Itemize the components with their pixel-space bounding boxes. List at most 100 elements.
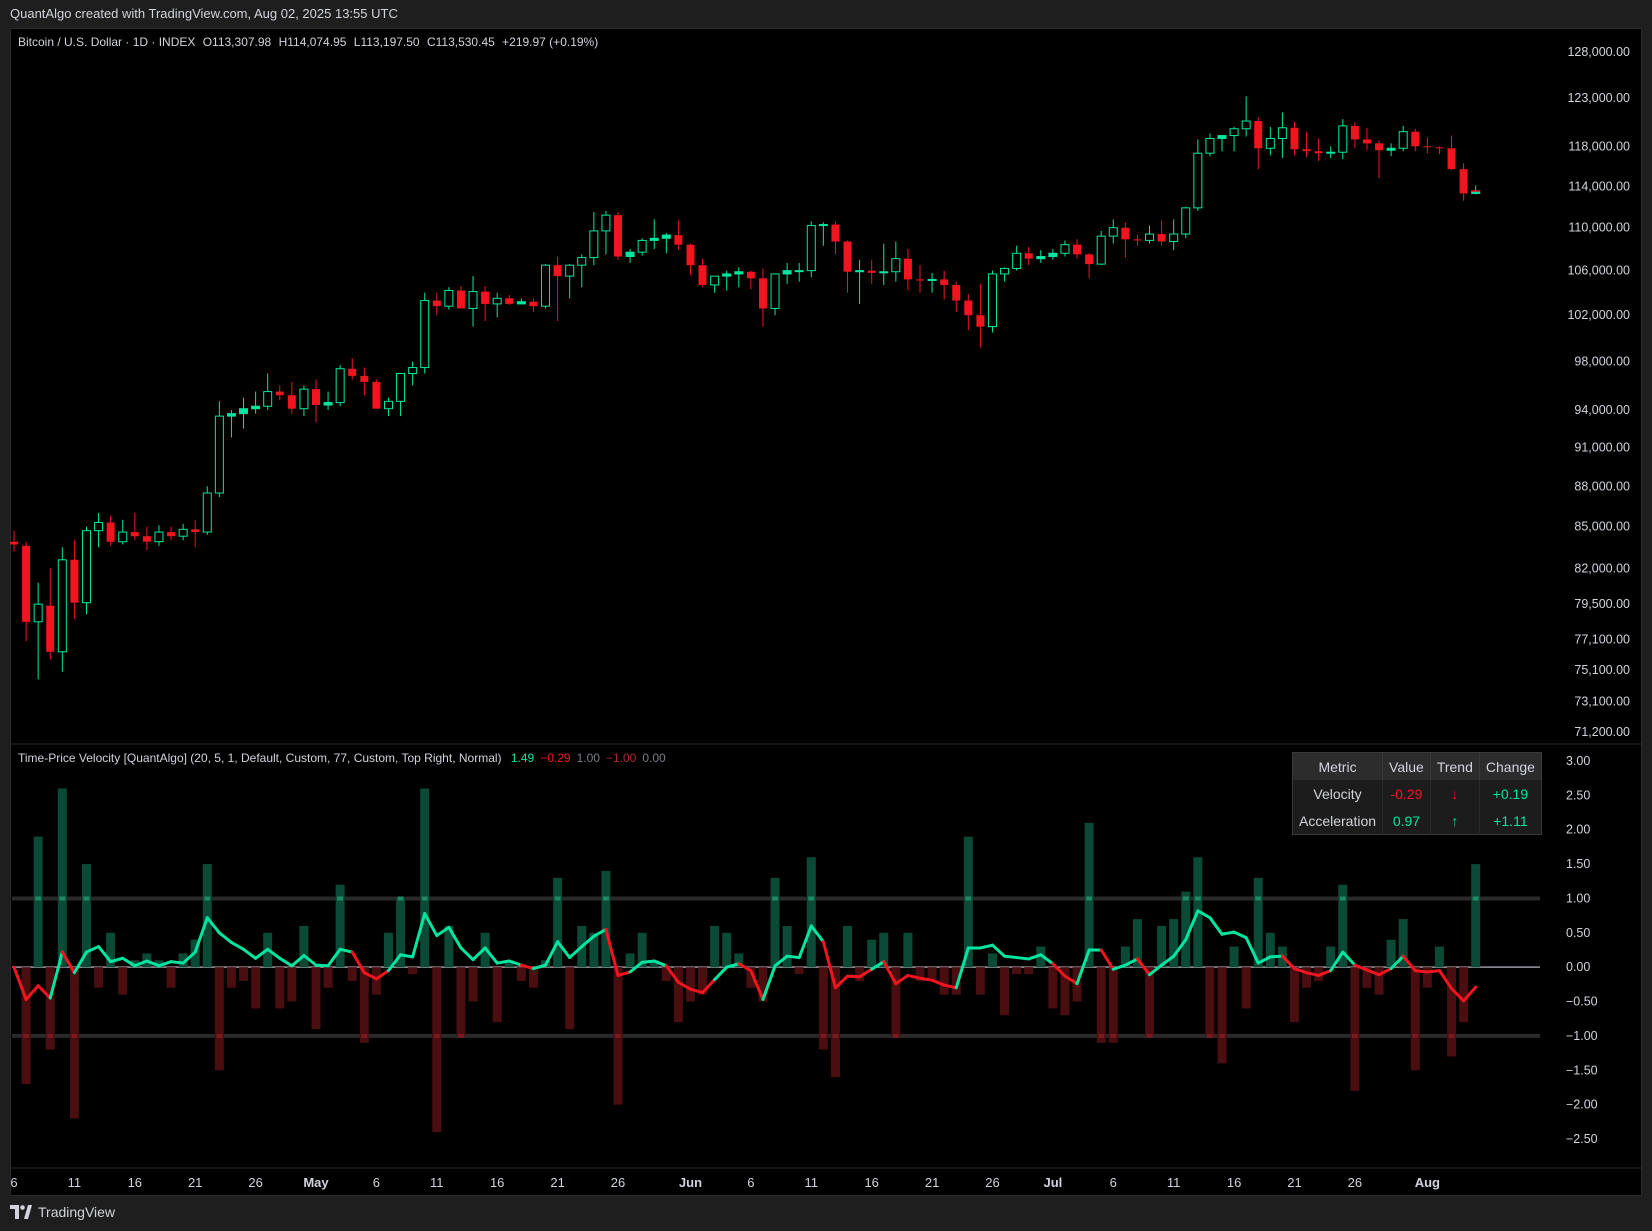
- level-dot: [1448, 1033, 1455, 1038]
- velocity-line-segment: [1003, 954, 1019, 960]
- acceleration-bar: [722, 932, 732, 968]
- candle-body: [1145, 233, 1155, 241]
- acceleration-bar: [118, 967, 128, 995]
- indicator-axis-tick: 0.00: [1566, 960, 1590, 974]
- level-dot: [965, 896, 972, 901]
- velocity-line-segment: [531, 963, 548, 971]
- acceleration-bar: [1084, 822, 1094, 968]
- time-axis-tick: 11: [805, 1175, 819, 1190]
- price-axis-tick: 73,100.00: [1574, 694, 1630, 708]
- candle-body: [1085, 254, 1094, 265]
- acceleration-bar: [770, 877, 780, 968]
- candle-body: [46, 605, 55, 652]
- candle-body: [191, 529, 200, 533]
- candle-body: [81, 530, 91, 604]
- candle-body: [987, 273, 997, 328]
- candle-body: [1000, 267, 1010, 275]
- velocity-line-segment: [169, 960, 185, 965]
- candle-body: [553, 265, 562, 277]
- candle-body: [348, 368, 357, 376]
- candle-body: [710, 275, 720, 286]
- candle-body: [674, 235, 683, 245]
- candle-body: [927, 278, 937, 282]
- candle-body: [916, 279, 924, 281]
- candle-body: [360, 375, 369, 382]
- acceleration-bar: [69, 967, 79, 1119]
- acceleration-bar: [903, 932, 913, 968]
- level-dot: [337, 896, 344, 901]
- acceleration-bar: [1410, 967, 1420, 1071]
- candle-body: [481, 291, 490, 304]
- indicator-legend[interactable]: Time-Price Velocity [QuantAlgo] (20, 5, …: [18, 751, 678, 765]
- candle-body: [734, 271, 744, 275]
- acceleration-bar: [685, 967, 695, 1002]
- acceleration-bar: [239, 967, 249, 981]
- candle-body: [1048, 252, 1058, 258]
- velocity-line-segment: [1232, 930, 1248, 940]
- candle-body: [420, 300, 430, 369]
- price-axis-tick: 102,000.00: [1567, 308, 1630, 322]
- chart-canvas[interactable]: 128,000.00 123,000.00 118,000.00 114,000.00…: [0, 0, 1652, 1231]
- price-axis-tick: 128,000.00: [1567, 45, 1630, 59]
- symbol-name[interactable]: Bitcoin / U.S. Dollar · 1D · INDEX: [18, 35, 195, 49]
- acceleration-bar: [1434, 946, 1444, 968]
- candle-body: [10, 541, 18, 545]
- velocity-line-segment: [229, 940, 246, 951]
- candle-body: [1459, 169, 1468, 194]
- candle-body: [1229, 128, 1239, 137]
- candle-body: [1447, 148, 1456, 170]
- candle-body: [818, 224, 828, 227]
- tradingview-logo[interactable]: TradingView: [10, 1204, 115, 1220]
- acceleration-bar: [1350, 967, 1360, 1091]
- ohlc-open: O113,307.98: [202, 35, 272, 49]
- candle-body: [649, 237, 659, 241]
- candle-body: [625, 251, 635, 258]
- acceleration-bar: [1024, 967, 1034, 975]
- indicator-axis-tick: −2.00: [1566, 1098, 1598, 1112]
- candle-body: [335, 368, 345, 404]
- candle-body: [746, 271, 755, 279]
- acceleration-bar: [1374, 967, 1384, 995]
- velocity-line-segment: [314, 963, 330, 968]
- time-axis-tick: 11: [1167, 1175, 1181, 1190]
- level-dot: [1339, 896, 1346, 901]
- symbol-legend[interactable]: Bitcoin / U.S. Dollar · 1D · INDEX O113,…: [18, 35, 602, 49]
- acceleration-bar: [94, 967, 104, 988]
- indicator-axis-tick: 0.50: [1566, 926, 1590, 940]
- time-axis-tick: 16: [1227, 1175, 1241, 1190]
- table-row: Acceleration 0.97 ↑ +1.11: [1292, 807, 1542, 835]
- acceleration-bar: [299, 925, 309, 968]
- level-dot: [820, 1033, 827, 1038]
- table-header-value: Value: [1382, 752, 1431, 780]
- velocity-line-segment: [495, 959, 511, 965]
- acceleration-bar: [432, 967, 442, 1133]
- velocity-line-segment: [978, 943, 994, 950]
- candle-body: [1108, 227, 1118, 237]
- candle-body: [516, 301, 526, 305]
- level-dot: [1206, 1033, 1213, 1038]
- acceleration-bar: [287, 967, 297, 1002]
- velocity-line-segment: [1220, 930, 1236, 936]
- level-dot: [204, 896, 211, 901]
- candle-body: [154, 531, 164, 543]
- candle-body: [1362, 139, 1371, 144]
- candle-body: [601, 214, 611, 232]
- candle-body: [1277, 127, 1287, 139]
- acceleration-bar: [516, 967, 526, 981]
- indicator-axis-tick: 2.00: [1566, 823, 1590, 837]
- velocity-line-segment: [1099, 948, 1115, 971]
- level-dot: [615, 1033, 621, 1038]
- table-row: Velocity -0.29 ↓ +0.19: [1292, 780, 1542, 807]
- acceleration-bar: [710, 925, 720, 968]
- indicator-name[interactable]: Time-Price Velocity [QuantAlgo] (20, 5, …: [18, 751, 502, 765]
- candle-body: [130, 532, 139, 537]
- time-axis-tick: 21: [1287, 1175, 1301, 1190]
- candle-body: [903, 258, 912, 280]
- candle-body: [614, 215, 622, 257]
- candle-body: [794, 270, 804, 273]
- time-axis-tick: 6: [373, 1175, 380, 1190]
- acceleration-bar: [843, 925, 853, 968]
- indicator-axis-tick: −0.50: [1566, 995, 1598, 1009]
- candle-body: [456, 290, 465, 309]
- acceleration-bar: [33, 836, 43, 968]
